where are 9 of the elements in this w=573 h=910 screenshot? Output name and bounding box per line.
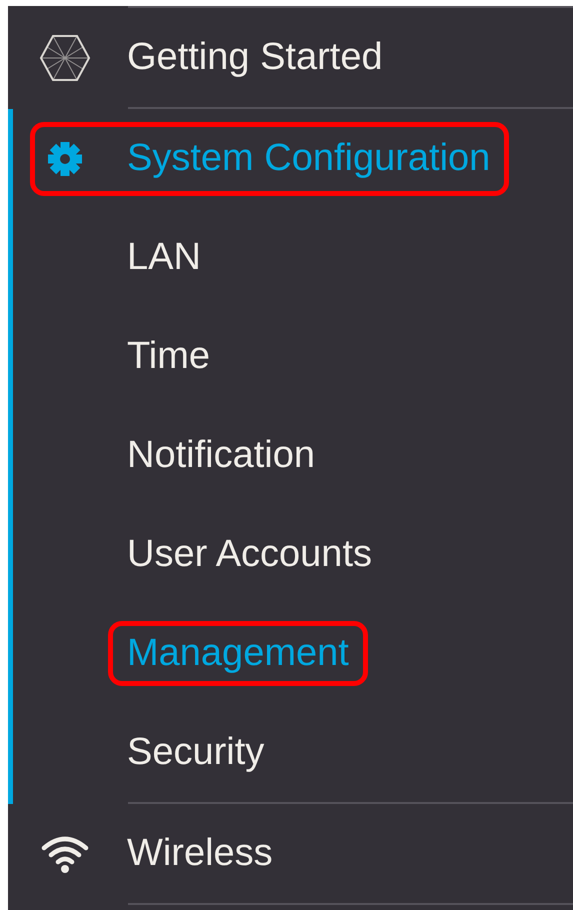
nav-subitem[interactable]: User Accounts — [108, 522, 391, 587]
nav-subitem[interactable]: Notification — [108, 423, 334, 488]
nav-item[interactable]: Getting Started — [30, 20, 402, 94]
nav-subitem[interactable]: Management — [108, 621, 368, 686]
nav-subitem[interactable]: LAN — [108, 225, 220, 290]
nav-item[interactable]: System Configuration — [30, 122, 510, 196]
nav-item[interactable]: Wireless — [30, 816, 292, 890]
nav-subitem[interactable]: Time — [108, 324, 230, 389]
nav-subitem[interactable]: Security — [108, 720, 284, 785]
